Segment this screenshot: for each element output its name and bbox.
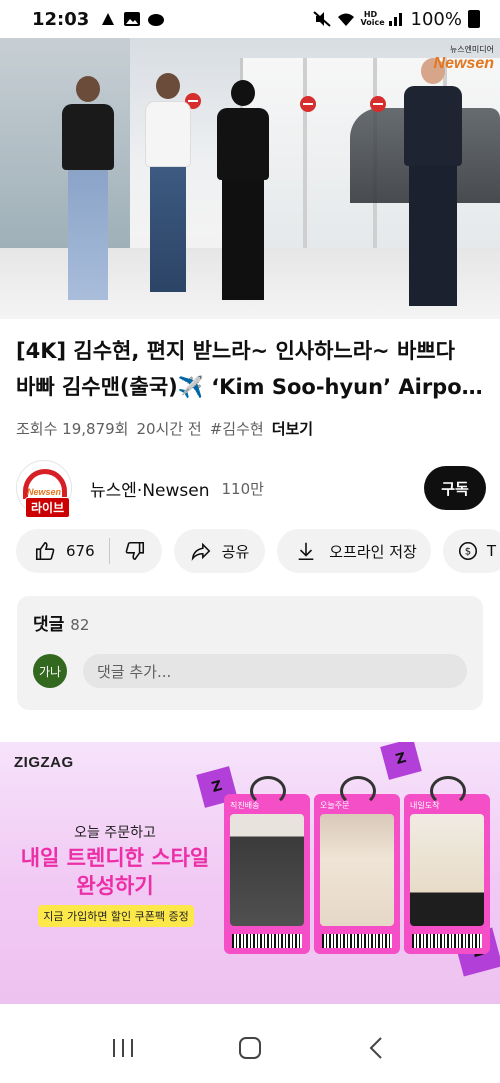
video-title-line: [4K] 김수현, 편지 받느라~ 인사하느라~ 바쁘다 (16, 339, 455, 363)
download-label: 오프라인 저장 (329, 542, 417, 561)
comments-section[interactable]: 댓글 82 가나 댓글 추가... (17, 596, 483, 710)
notification-icons (99, 11, 165, 27)
ad-line2: 내일 트렌디한 스타일 (20, 846, 210, 870)
signal-icon (388, 13, 402, 26)
ad-line3: 완성하기 (76, 874, 154, 898)
view-count: 조회수 19,879회 (16, 420, 129, 438)
ad-cta[interactable]: 지금 가입하면 할인 쿠폰팩 증정 (38, 905, 194, 927)
video-title-line: 바빠 김수맨(출국)✈️ ‘Kim Soo-hyun’ Airpor... (16, 375, 486, 399)
video-person (58, 76, 118, 300)
like-count[interactable]: 676 (66, 542, 95, 560)
comments-count: 82 (70, 616, 90, 634)
ad-brand: ZIGZAG (14, 754, 74, 771)
user-avatar: 가나 (33, 654, 67, 688)
product-image (320, 814, 394, 926)
product-image (230, 814, 304, 926)
like-icon[interactable] (34, 540, 56, 562)
battery-icon (468, 10, 480, 28)
share-label: 공유 (221, 542, 250, 561)
product-image (410, 814, 484, 926)
comments-title: 댓글 (33, 615, 65, 635)
channel-logo-text: Newsen (27, 487, 62, 497)
thanks-label: T (486, 542, 496, 560)
video-person (398, 58, 468, 306)
notification-app-icon (102, 13, 115, 25)
download-button[interactable]: 오프라인 저장 (277, 529, 431, 573)
comment-input[interactable]: 댓글 추가... (83, 654, 467, 688)
hd-voice-icon: HD Voice (360, 10, 385, 27)
ticket-tag: 오늘주문 (320, 801, 350, 810)
cloud-icon (148, 14, 165, 26)
recent-apps-button[interactable] (93, 1023, 153, 1073)
mute-icon (312, 11, 331, 27)
ad-line1: 오늘 주문하고 (74, 825, 156, 841)
thanks-icon: $ (458, 541, 477, 561)
home-button[interactable] (220, 1023, 280, 1073)
dislike-icon[interactable] (124, 540, 146, 562)
subscribe-button[interactable]: 구독 (424, 466, 486, 510)
ad-ticket: 직진배송 (224, 776, 310, 954)
back-icon (369, 1037, 382, 1059)
video-person (140, 73, 196, 292)
like-dislike-group: 676 (16, 529, 162, 573)
subscriber-count: 110만 (221, 479, 264, 498)
share-button[interactable]: 공유 (173, 529, 266, 573)
video-meta[interactable]: 조회수 19,879회 20시간 전 #김수현 더보기 (16, 418, 313, 439)
gallery-icon (124, 12, 141, 26)
no-entry-sign (370, 96, 386, 112)
wifi-icon (337, 13, 354, 26)
channel-name[interactable]: 뉴스엔·Newsen (90, 476, 210, 501)
barcode (232, 934, 302, 948)
upload-time: 20시간 전 (136, 420, 202, 438)
battery-percent: 100% (410, 8, 462, 30)
download-icon (298, 542, 314, 561)
svg-text:$: $ (465, 547, 471, 558)
channel-row: Newsen 라이브 뉴스엔·Newsen 110만 구독 (16, 458, 486, 518)
video-person (212, 80, 274, 300)
ad-ticket: 내일도착 (404, 776, 490, 954)
video-title[interactable]: [4K] 김수현, 편지 받느라~ 인사하느라~ 바쁘다 바빠 김수맨(출국)✈… (16, 333, 486, 405)
status-bar: 12:03 HD Voice 100% (0, 0, 500, 38)
ad-ticket: 오늘주문 (314, 776, 400, 954)
live-badge: 라이브 (25, 497, 71, 518)
home-icon (238, 1037, 261, 1059)
no-entry-sign (300, 96, 316, 112)
system-status: HD Voice 100% (312, 8, 480, 30)
share-icon (191, 542, 210, 561)
more-button[interactable]: 더보기 (272, 418, 313, 439)
like-divider (108, 538, 110, 564)
ad-banner[interactable]: ZIGZAG 오늘 주문하고 내일 트렌디한 스타일 완성하기 지금 가입하면 … (0, 742, 500, 1004)
system-nav-bar (0, 1013, 500, 1083)
hashtag[interactable]: #김수현 (210, 418, 264, 439)
clock: 12:03 (32, 8, 90, 30)
recent-apps-icon (113, 1039, 134, 1057)
thanks-button[interactable]: $ T (442, 529, 500, 573)
back-button[interactable] (347, 1023, 407, 1073)
channel-watermark: 뉴스엔미디어 Newsen (433, 45, 494, 72)
barcode (412, 934, 482, 948)
channel-avatar[interactable]: Newsen 라이브 (16, 460, 72, 518)
video-player[interactable]: 뉴스엔미디어 Newsen (0, 38, 500, 319)
barcode (322, 934, 392, 948)
comments-header: 댓글 82 (33, 610, 89, 635)
cube-decoration-icon: Z (380, 742, 422, 780)
ticket-tag: 직진배송 (230, 801, 260, 810)
ticket-tag: 내일도착 (410, 801, 440, 810)
action-bar: 676 공유 오프라인 저장 $ T (16, 529, 500, 573)
